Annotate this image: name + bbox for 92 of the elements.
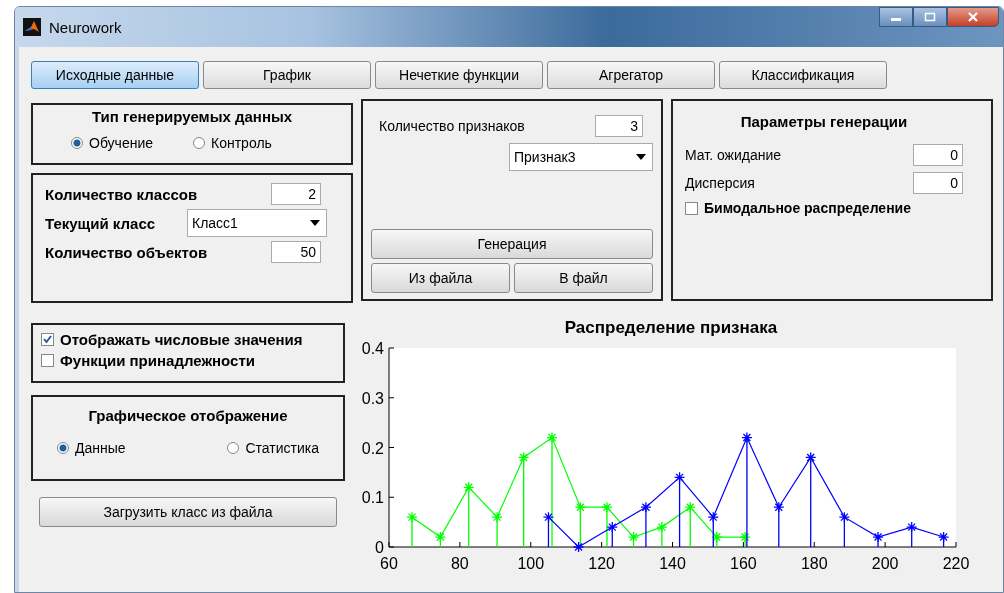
checkbox-option[interactable]: Отображать числовые значения: [41, 331, 335, 348]
radio-option[interactable]: Статистика: [227, 440, 319, 456]
point: [741, 431, 753, 444]
point: [601, 501, 613, 513]
load-button[interactable]: Из файла: [371, 263, 510, 293]
window-title: Neurowork: [49, 18, 122, 36]
input-field[interactable]: 2: [271, 183, 321, 205]
point: [434, 531, 447, 543]
x-tick-label: 60: [380, 555, 398, 572]
point: [805, 451, 817, 464]
radio-option[interactable]: Данные: [57, 440, 126, 456]
radio-option[interactable]: Обучение: [71, 135, 154, 151]
app-logo-icon: [23, 18, 41, 36]
y-tick-label: 0.1: [361, 489, 384, 507]
stem-marker: [906, 521, 918, 548]
class-dropdown[interactable]: Класс1: [187, 209, 327, 237]
checkmark-icon: [42, 334, 53, 345]
y-tick-label: 0.2: [361, 439, 384, 457]
save-button[interactable]: В файл: [514, 263, 653, 293]
point: [684, 501, 696, 513]
point: [574, 501, 587, 513]
point: [627, 531, 640, 543]
stem-marker: [463, 481, 475, 548]
field-label: Количество объектов: [45, 243, 208, 261]
feature-dropdown[interactable]: Признак3: [509, 143, 653, 171]
field-label: Количество классов: [45, 185, 198, 203]
tab[interactable]: Классификация: [719, 61, 887, 89]
maximize-icon: [924, 12, 936, 22]
point: [838, 511, 851, 523]
x-tick-label: 200: [871, 555, 899, 572]
x-tick-label: 220: [942, 555, 970, 572]
y-tick-label: 0.4: [361, 340, 384, 357]
stem-marker: [656, 521, 668, 548]
point: [773, 501, 785, 513]
panel-title: Графическое отображение: [87, 407, 289, 424]
caret-icon: [636, 154, 646, 160]
panel-title: Тип генерируемых данных: [90, 108, 294, 125]
checkbox-option[interactable]: Бимодальное распределение: [685, 200, 963, 216]
y-tick-label: 0: [375, 539, 384, 556]
tab[interactable]: Исходные данные: [31, 61, 199, 89]
caret-icon: [310, 220, 320, 226]
generate-button[interactable]: Генерация: [371, 229, 653, 259]
checkbox-option[interactable]: Функции принадлежности: [41, 352, 335, 369]
point: [906, 521, 918, 533]
panel-title: Параметры генерации: [739, 113, 909, 130]
chart-title: Распределение признака: [564, 318, 778, 337]
input-field[interactable]: 0: [913, 172, 963, 194]
field-label: Дисперсия: [685, 175, 755, 191]
point: [739, 531, 751, 543]
x-tick-label: 100: [517, 555, 545, 572]
field-label: Текущий класс: [45, 214, 156, 232]
x-tick-label: 140: [659, 555, 686, 572]
minimize-button[interactable]: [879, 7, 913, 27]
input-field[interactable]: 0: [913, 144, 963, 166]
point: [406, 511, 418, 523]
point: [656, 521, 668, 533]
x-tick-label: 80: [451, 555, 469, 572]
point: [606, 521, 618, 533]
close-icon: [967, 12, 979, 22]
point: [546, 431, 558, 444]
y-tick-label: 0.3: [361, 389, 384, 407]
tab[interactable]: Агрегатор: [547, 61, 715, 89]
tab[interactable]: Нечеткие функции: [375, 61, 543, 89]
x-tick-label: 180: [800, 555, 828, 572]
radio-option[interactable]: Контроль: [193, 135, 272, 151]
close-button[interactable]: [947, 7, 999, 27]
field-label: Количество признаков: [379, 118, 525, 134]
point: [542, 511, 555, 523]
input-field[interactable]: 3: [595, 115, 643, 137]
stem-marker: [491, 511, 503, 548]
point: [673, 471, 686, 483]
point: [640, 501, 652, 513]
point: [711, 531, 723, 543]
maximize-button[interactable]: [913, 7, 947, 27]
field-label: Мат. ожидание: [685, 147, 782, 163]
stem-marker: [406, 511, 418, 548]
point: [937, 531, 950, 543]
point: [872, 531, 884, 543]
stem-marker: [773, 501, 785, 548]
x-tick-label: 160: [730, 555, 757, 572]
input-field[interactable]: 50: [271, 241, 321, 263]
point: [463, 481, 475, 493]
stem-marker: [838, 511, 850, 548]
stem-marker: [872, 531, 884, 548]
point: [491, 511, 503, 523]
load-class-button[interactable]: Загрузить класс из файла: [39, 497, 337, 527]
stem-marker: [937, 531, 950, 548]
point: [518, 451, 530, 464]
stem-marker: [434, 531, 447, 548]
tab[interactable]: График: [203, 61, 371, 89]
x-tick-label: 120: [588, 555, 615, 572]
point: [707, 511, 719, 523]
